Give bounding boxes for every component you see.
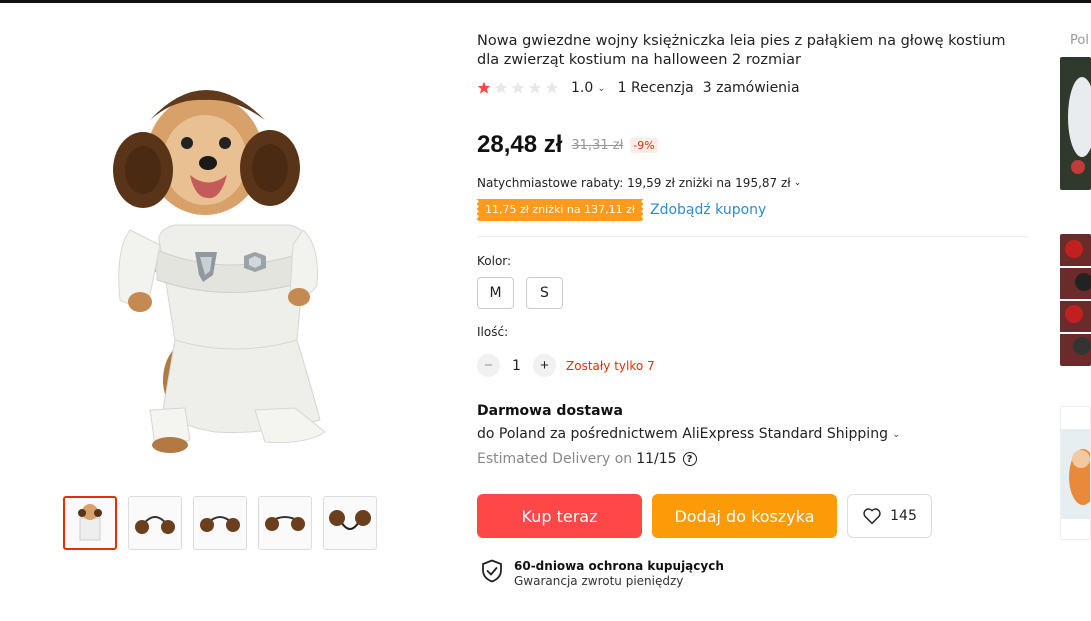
instant-discount-text: Natychmiastowe rabaty: 19,59 zł zniżki n…: [477, 176, 791, 190]
stock-note: Zostały tylko 7: [566, 358, 655, 373]
buy-now-button[interactable]: Kup teraz: [477, 494, 642, 538]
star-icon: [528, 81, 542, 94]
shipping-title: Darmowa dostawa: [477, 403, 623, 419]
star-icon: [545, 81, 559, 94]
recommendations-title: Pol: [1070, 33, 1089, 48]
add-to-cart-button[interactable]: Dodaj do koszyka: [652, 494, 837, 538]
thumbnail-3[interactable]: [193, 496, 247, 550]
star-icon: [494, 81, 508, 94]
quantity-value[interactable]: 1: [500, 358, 533, 374]
shipping-method[interactable]: do Poland za pośrednictwem AliExpress St…: [477, 426, 900, 442]
chevron-down-icon: ⌄: [793, 178, 802, 188]
shield-check-icon: [482, 559, 502, 583]
star-icon: [477, 81, 491, 94]
size-options: M S: [477, 277, 563, 309]
get-coupons-link[interactable]: Zdobądź kupony: [650, 202, 766, 218]
thumbnail-4[interactable]: [258, 496, 312, 550]
decrease-quantity-button[interactable]: −: [477, 354, 500, 377]
estimated-delivery-date: 11/15: [636, 451, 677, 467]
buyer-protection: 60-dniowa ochrona kupujących Gwarancja z…: [481, 559, 724, 588]
divider: [477, 236, 1028, 237]
rating-row: 1.0 ⌄ 1 Recenzja 3 zamówienia: [477, 80, 800, 96]
chevron-down-icon[interactable]: ⌄: [597, 83, 605, 94]
thumbnail-2[interactable]: [128, 496, 182, 550]
main-product-image[interactable]: [65, 40, 395, 475]
action-buttons: Kup teraz Dodaj do koszyka 145: [477, 494, 932, 538]
star-rating: [477, 81, 559, 95]
discount-badge: -9%: [630, 137, 658, 153]
heart-icon: [863, 508, 881, 525]
star-icon: [511, 81, 525, 94]
product-title: Nowa gwiezdne wojny księżniczka leia pie…: [477, 33, 1006, 68]
recommendation-item[interactable]: [1060, 57, 1091, 190]
coupon-row: 11,75 zł zniżki na 137,11 zł Zdobądź kup…: [475, 199, 766, 221]
estimated-delivery: Estimated Delivery on 11/15 ?: [477, 451, 697, 467]
reviews-link[interactable]: 1 Recenzja: [618, 80, 694, 96]
thumbnail-strip: [63, 496, 377, 550]
size-option-s[interactable]: S: [526, 277, 563, 309]
price-row: 28,48 zł 31,31 zł -9%: [477, 131, 658, 159]
rating-value[interactable]: 1.0: [571, 80, 593, 96]
coupon-badge[interactable]: 11,75 zł zniżki na 137,11 zł: [475, 199, 645, 221]
help-icon[interactable]: ?: [682, 452, 697, 466]
thumbnail-5[interactable]: [323, 496, 377, 550]
current-price: 28,48 zł: [477, 131, 563, 158]
quantity-label: Ilość:: [477, 325, 509, 339]
recommendation-item[interactable]: [1060, 234, 1091, 366]
size-option-m[interactable]: M: [477, 277, 514, 309]
recommendation-item[interactable]: [1060, 406, 1091, 540]
protection-title: 60-dniowa ochrona kupujących: [514, 559, 724, 573]
original-price: 31,31 zł: [571, 137, 624, 153]
chevron-down-icon: ⌄: [891, 428, 901, 440]
shipping-method-text: do Poland za pośrednictwem AliExpress St…: [477, 426, 888, 442]
top-bar: [0, 0, 1091, 3]
thumbnail-1[interactable]: [63, 496, 117, 550]
quantity-stepper: − 1 + Zostały tylko 7: [477, 354, 655, 377]
wishlist-button[interactable]: 145: [847, 494, 932, 538]
increase-quantity-button[interactable]: +: [533, 354, 556, 377]
protection-subtitle: Gwarancja zwrotu pieniędzy: [514, 574, 684, 588]
wishlist-count: 145: [890, 508, 917, 524]
orders-count: 3 zamówienia: [702, 80, 800, 96]
estimated-delivery-label: Estimated Delivery on: [477, 451, 633, 467]
color-label: Kolor:: [477, 254, 512, 268]
instant-discount[interactable]: Natychmiastowe rabaty: 19,59 zł zniżki n…: [477, 176, 801, 190]
